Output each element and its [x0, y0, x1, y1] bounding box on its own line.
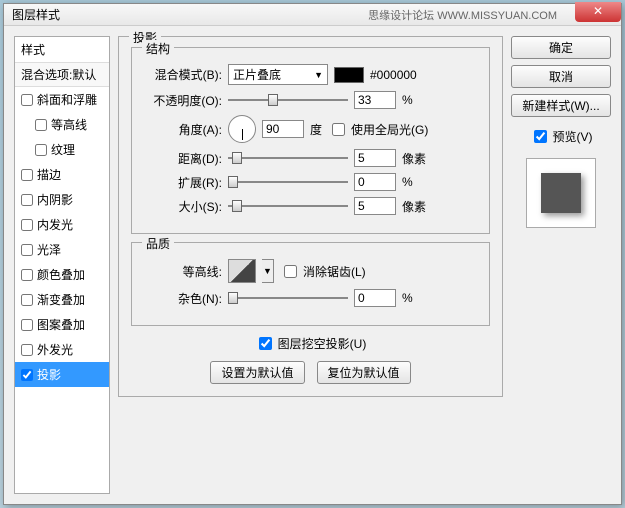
- panel-group: 投影 结构 混合模式(B): 正片叠底 ▼ #000000 不透明度(O):: [118, 36, 503, 397]
- sidebar-item-等高线[interactable]: 等高线: [15, 112, 109, 137]
- sidebar-item-外发光[interactable]: 外发光: [15, 337, 109, 362]
- style-toggle[interactable]: [35, 119, 47, 131]
- angle-input[interactable]: 90: [262, 120, 304, 138]
- style-toggle[interactable]: [21, 194, 33, 206]
- global-light-checkbox[interactable]: 使用全局光(G): [328, 120, 428, 139]
- sidebar-item-label: 颜色叠加: [37, 266, 85, 283]
- quality-title: 品质: [142, 235, 174, 252]
- style-toggle[interactable]: [35, 144, 47, 156]
- spread-label: 扩展(R):: [144, 174, 222, 191]
- layer-style-dialog: 图层样式 思缘设计论坛 WWW.MISSYUAN.COM ✕ 样式 混合选项:默…: [3, 3, 622, 505]
- blend-mode-value: 正片叠底: [233, 66, 281, 83]
- size-label: 大小(S):: [144, 198, 222, 215]
- ok-button[interactable]: 确定: [511, 36, 611, 59]
- sidebar-item-label: 投影: [37, 366, 61, 383]
- spread-input[interactable]: 0: [354, 173, 396, 191]
- watermark: 思缘设计论坛 WWW.MISSYUAN.COM: [368, 7, 557, 23]
- size-input[interactable]: 5: [354, 197, 396, 215]
- angle-dial[interactable]: [228, 115, 256, 143]
- sidebar-item-label: 内阴影: [37, 191, 73, 208]
- sidebar-item-label: 外发光: [37, 341, 73, 358]
- styles-sidebar: 样式 混合选项:默认 斜面和浮雕等高线纹理描边内阴影内发光光泽颜色叠加渐变叠加图…: [14, 36, 110, 494]
- contour-dropdown[interactable]: ▼: [262, 259, 274, 283]
- sidebar-item-label: 纹理: [51, 141, 75, 158]
- sidebar-item-label: 内发光: [37, 216, 73, 233]
- new-style-button[interactable]: 新建样式(W)...: [511, 94, 611, 117]
- sidebar-blend-options[interactable]: 混合选项:默认: [15, 63, 109, 87]
- antialias-checkbox[interactable]: 消除锯齿(L): [280, 262, 366, 281]
- style-toggle[interactable]: [21, 319, 33, 331]
- opacity-input[interactable]: 33: [354, 91, 396, 109]
- sidebar-item-颜色叠加[interactable]: 颜色叠加: [15, 262, 109, 287]
- set-default-button[interactable]: 设置为默认值: [210, 361, 304, 384]
- shadow-color-swatch[interactable]: [334, 67, 364, 83]
- color-hex: #000000: [370, 68, 417, 82]
- distance-unit: 像素: [402, 150, 426, 167]
- knockout-checkbox[interactable]: 图层挖空投影(U): [255, 334, 367, 353]
- main-panel: 投影 结构 混合模式(B): 正片叠底 ▼ #000000 不透明度(O):: [118, 36, 503, 494]
- right-column: 确定 取消 新建样式(W)... 预览(V): [511, 36, 611, 494]
- preview-box: [526, 158, 596, 228]
- cancel-button[interactable]: 取消: [511, 65, 611, 88]
- chevron-down-icon: ▼: [314, 70, 323, 80]
- close-button[interactable]: ✕: [575, 2, 621, 22]
- sidebar-item-内阴影[interactable]: 内阴影: [15, 187, 109, 212]
- noise-input[interactable]: 0: [354, 289, 396, 307]
- sidebar-item-描边[interactable]: 描边: [15, 162, 109, 187]
- opacity-slider[interactable]: [228, 92, 348, 108]
- style-toggle[interactable]: [21, 369, 33, 381]
- sidebar-item-label: 描边: [37, 166, 61, 183]
- spread-slider[interactable]: [228, 174, 348, 190]
- spread-unit: %: [402, 175, 413, 189]
- style-toggle[interactable]: [21, 344, 33, 356]
- structure-group: 结构 混合模式(B): 正片叠底 ▼ #000000 不透明度(O): 33: [131, 47, 490, 234]
- reset-default-button[interactable]: 复位为默认值: [317, 361, 411, 384]
- sidebar-header[interactable]: 样式: [15, 37, 109, 63]
- distance-input[interactable]: 5: [354, 149, 396, 167]
- opacity-unit: %: [402, 93, 413, 107]
- distance-label: 距离(D):: [144, 150, 222, 167]
- noise-unit: %: [402, 291, 413, 305]
- size-unit: 像素: [402, 198, 426, 215]
- sidebar-item-渐变叠加[interactable]: 渐变叠加: [15, 287, 109, 312]
- style-toggle[interactable]: [21, 169, 33, 181]
- blend-mode-select[interactable]: 正片叠底 ▼: [228, 64, 328, 85]
- sidebar-item-纹理[interactable]: 纹理: [15, 137, 109, 162]
- sidebar-item-斜面和浮雕[interactable]: 斜面和浮雕: [15, 87, 109, 112]
- titlebar[interactable]: 图层样式 思缘设计论坛 WWW.MISSYUAN.COM ✕: [4, 4, 621, 26]
- noise-slider[interactable]: [228, 290, 348, 306]
- preview-checkbox[interactable]: 预览(V): [511, 127, 611, 146]
- distance-slider[interactable]: [228, 150, 348, 166]
- quality-group: 品质 等高线: ▼ 消除锯齿(L) 杂色(N): 0 %: [131, 242, 490, 326]
- sidebar-item-内发光[interactable]: 内发光: [15, 212, 109, 237]
- sidebar-item-label: 图案叠加: [37, 316, 85, 333]
- sidebar-item-label: 光泽: [37, 241, 61, 258]
- blend-label: 混合模式(B):: [144, 66, 222, 83]
- window-title: 图层样式: [8, 6, 368, 23]
- style-toggle[interactable]: [21, 94, 33, 106]
- noise-label: 杂色(N):: [144, 290, 222, 307]
- angle-label: 角度(A):: [144, 121, 222, 138]
- structure-title: 结构: [142, 40, 174, 57]
- contour-picker[interactable]: [228, 259, 256, 283]
- sidebar-item-label: 斜面和浮雕: [37, 91, 97, 108]
- opacity-label: 不透明度(O):: [144, 92, 222, 109]
- sidebar-item-投影[interactable]: 投影: [15, 362, 109, 387]
- contour-label: 等高线:: [144, 263, 222, 280]
- size-slider[interactable]: [228, 198, 348, 214]
- style-toggle[interactable]: [21, 269, 33, 281]
- style-toggle[interactable]: [21, 219, 33, 231]
- sidebar-item-label: 渐变叠加: [37, 291, 85, 308]
- angle-unit: 度: [310, 121, 322, 138]
- sidebar-item-光泽[interactable]: 光泽: [15, 237, 109, 262]
- sidebar-item-label: 等高线: [51, 116, 87, 133]
- style-toggle[interactable]: [21, 244, 33, 256]
- sidebar-item-图案叠加[interactable]: 图案叠加: [15, 312, 109, 337]
- preview-swatch: [541, 173, 581, 213]
- style-toggle[interactable]: [21, 294, 33, 306]
